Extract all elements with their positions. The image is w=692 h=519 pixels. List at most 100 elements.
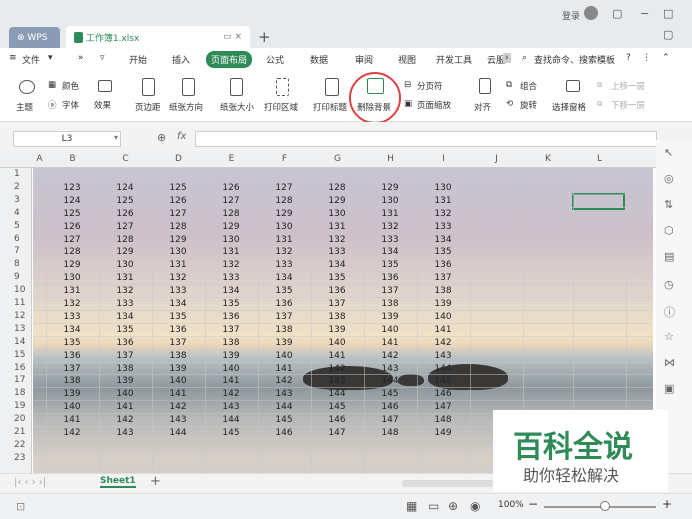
column-header-C[interactable]: C <box>99 154 152 164</box>
cell-value[interactable]: 136 <box>423 260 463 270</box>
menu-developer[interactable]: 开发工具 <box>436 53 472 66</box>
cell-value[interactable]: 149 <box>423 428 463 438</box>
cell-value[interactable]: 142 <box>423 338 463 348</box>
cell-value[interactable]: 145 <box>211 428 251 438</box>
cell-value[interactable]: 141 <box>317 351 357 361</box>
cell-value[interactable]: 133 <box>105 299 145 309</box>
cell-value[interactable]: 134 <box>317 260 357 270</box>
cell-value[interactable]: 130 <box>317 209 357 219</box>
cell-value[interactable]: 143 <box>317 376 357 386</box>
cell-value[interactable]: 143 <box>211 402 251 412</box>
cell-value[interactable]: 129 <box>317 196 357 206</box>
zoom-icon[interactable]: ⊕ <box>157 131 166 144</box>
row-header-22[interactable]: 22 <box>0 440 30 450</box>
scroll-right-icon[interactable]: › <box>503 53 511 63</box>
menu-insert[interactable]: 插入 <box>172 53 190 66</box>
maximize-icon[interactable]: □ <box>663 7 673 20</box>
cell-value[interactable]: 130 <box>52 273 92 283</box>
zoom-in-icon[interactable]: + <box>662 497 672 511</box>
cell-value[interactable]: 143 <box>370 364 410 374</box>
cell-value[interactable]: 144 <box>423 364 463 374</box>
theme-button[interactable]: 主题 <box>16 101 33 113</box>
cell-value[interactable]: 146 <box>317 415 357 425</box>
cell-value[interactable]: 129 <box>52 260 92 270</box>
cell-value[interactable]: 130 <box>158 247 198 257</box>
cell-value[interactable]: 148 <box>423 415 463 425</box>
cell-value[interactable]: 134 <box>158 299 198 309</box>
cell-value[interactable]: 134 <box>52 325 92 335</box>
cell-value[interactable]: 133 <box>158 286 198 296</box>
cell-value[interactable]: 138 <box>264 325 304 335</box>
cell-value[interactable]: 140 <box>158 376 198 386</box>
sheet-tab[interactable]: Sheet1 <box>100 476 136 488</box>
page-layout-view-icon[interactable]: ▭ <box>428 499 439 513</box>
row-header-11[interactable]: 11 <box>0 298 30 308</box>
cell-value[interactable]: 125 <box>158 183 198 193</box>
cell-value[interactable]: 137 <box>52 364 92 374</box>
align-button[interactable]: 对齐 <box>474 101 491 113</box>
cell-value[interactable]: 138 <box>105 364 145 374</box>
cell-value[interactable]: 137 <box>158 338 198 348</box>
bring-forward-button[interactable]: 上移一层 <box>611 80 645 92</box>
cell-value[interactable]: 145 <box>423 376 463 386</box>
cell-value[interactable]: 136 <box>370 273 410 283</box>
cell-value[interactable]: 145 <box>317 402 357 412</box>
cell-value[interactable]: 139 <box>264 338 304 348</box>
search-command[interactable]: 查找命令、搜索模板 <box>534 53 615 66</box>
margins-button[interactable]: 页边距 <box>135 101 161 113</box>
send-backward-button[interactable]: 下移一层 <box>611 99 645 111</box>
cell-value[interactable]: 132 <box>317 235 357 245</box>
row-header-8[interactable]: 8 <box>0 259 30 269</box>
cell-value[interactable]: 135 <box>317 273 357 283</box>
cell-value[interactable]: 145 <box>370 389 410 399</box>
row-header-9[interactable]: 9 <box>0 272 30 282</box>
cell-value[interactable]: 131 <box>105 273 145 283</box>
cell-value[interactable]: 130 <box>211 235 251 245</box>
more-icon[interactable]: » <box>78 53 84 63</box>
fonts-button[interactable]: 字体 <box>62 99 79 111</box>
row-header-18[interactable]: 18 <box>0 388 30 398</box>
cell-value[interactable]: 128 <box>158 222 198 232</box>
row-header-3[interactable]: 3 <box>0 195 30 205</box>
cell-value[interactable]: 130 <box>264 222 304 232</box>
cell-value[interactable]: 138 <box>423 286 463 296</box>
tab-file[interactable]: 工作簿1.xlsx ▭ × <box>66 26 250 48</box>
cell-value[interactable]: 131 <box>317 222 357 232</box>
cell-value[interactable]: 141 <box>423 325 463 335</box>
cell-value[interactable]: 134 <box>211 286 251 296</box>
cell-value[interactable]: 135 <box>370 260 410 270</box>
cell-value[interactable]: 138 <box>52 376 92 386</box>
cell-value[interactable]: 135 <box>158 312 198 322</box>
cell-value[interactable]: 133 <box>52 312 92 322</box>
cell-value[interactable]: 140 <box>52 402 92 412</box>
login-link[interactable]: 登录 <box>562 9 580 22</box>
cell-value[interactable]: 144 <box>370 376 410 386</box>
avatar[interactable] <box>584 6 598 20</box>
cell-value[interactable]: 140 <box>105 389 145 399</box>
cell-value[interactable]: 140 <box>317 338 357 348</box>
menu-view[interactable]: 视图 <box>398 53 416 66</box>
cell-value[interactable]: 132 <box>158 273 198 283</box>
cell-value[interactable]: 136 <box>317 286 357 296</box>
cell-value[interactable]: 139 <box>370 312 410 322</box>
column-header-A[interactable]: A <box>33 154 46 164</box>
cell-value[interactable]: 128 <box>264 196 304 206</box>
cell-value[interactable]: 136 <box>264 299 304 309</box>
cell-value[interactable]: 137 <box>370 286 410 296</box>
cell-value[interactable]: 147 <box>423 402 463 412</box>
cell-value[interactable]: 135 <box>211 299 251 309</box>
cell-value[interactable]: 142 <box>158 402 198 412</box>
selection-pane-button[interactable]: 选择窗格 <box>552 101 586 113</box>
cell-value[interactable]: 139 <box>105 376 145 386</box>
cell-value[interactable]: 134 <box>264 273 304 283</box>
cell-value[interactable]: 144 <box>211 415 251 425</box>
cell-value[interactable]: 141 <box>370 338 410 348</box>
sheet-nav-icons[interactable]: |‹ ‹ › ›| <box>14 477 46 488</box>
cell-value[interactable]: 131 <box>52 286 92 296</box>
cell-value[interactable]: 143 <box>158 415 198 425</box>
row-header-7[interactable]: 7 <box>0 246 30 256</box>
cell-value[interactable]: 127 <box>264 183 304 193</box>
cell-value[interactable]: 137 <box>317 299 357 309</box>
row-header-2[interactable]: 2 <box>0 182 30 192</box>
close-tab-icon[interactable]: ▭ × <box>223 32 242 42</box>
